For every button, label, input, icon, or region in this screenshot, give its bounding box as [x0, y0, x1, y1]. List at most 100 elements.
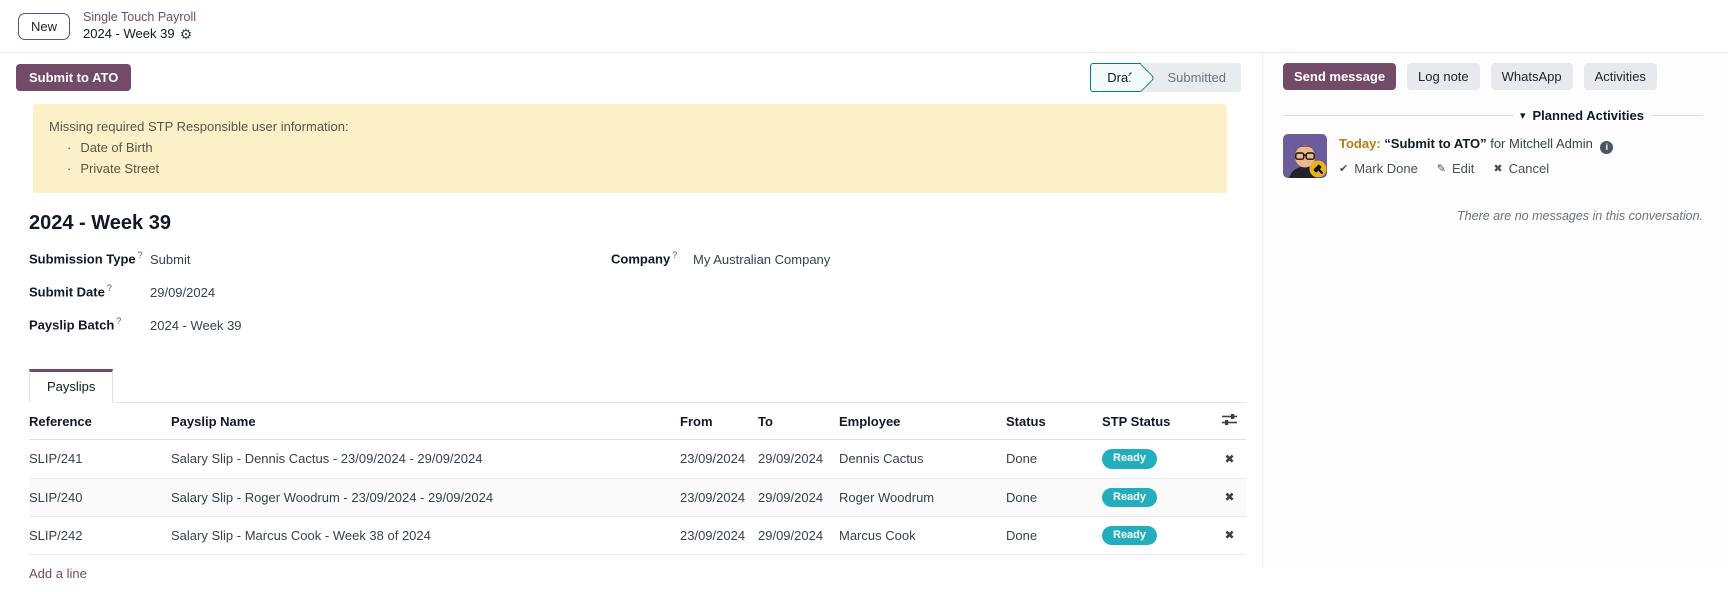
add-line-link[interactable]: Add a line — [29, 566, 87, 581]
column-from[interactable]: From — [680, 403, 758, 440]
cell-to[interactable]: 29/09/2024 — [758, 440, 839, 478]
column-employee[interactable]: Employee — [839, 403, 1006, 440]
delete-row-icon[interactable]: ✖ — [1213, 478, 1246, 516]
warning-item-text: Private Street — [80, 159, 159, 180]
gear-icon[interactable]: ⚙ — [180, 27, 193, 41]
warning-item: · Date of Birth — [49, 138, 1211, 159]
caret-down-icon: ▾ — [1520, 109, 1526, 122]
status-submitted-label: Submitted — [1167, 69, 1226, 86]
delete-row-icon[interactable]: ✖ — [1213, 440, 1246, 478]
stp-status-badge: Ready — [1102, 449, 1157, 468]
bullet-icon: · — [67, 159, 71, 180]
column-to[interactable]: To — [758, 403, 839, 440]
cell-status[interactable]: Done — [1006, 440, 1102, 478]
help-marker-icon[interactable]: ? — [138, 250, 143, 260]
payslips-table: Reference Payslip Name From To Employee … — [29, 403, 1246, 592]
table-row[interactable]: SLIP/242 Salary Slip - Marcus Cook - Wee… — [29, 516, 1246, 554]
new-button[interactable]: New — [18, 13, 70, 40]
chatter-panel: Send message Log note WhatsApp Activitie… — [1262, 53, 1728, 566]
planned-activities-toggle[interactable]: ▾ Planned Activities — [1283, 108, 1703, 123]
mark-done-label: Mark Done — [1354, 161, 1418, 176]
add-line-row: Add a line — [29, 554, 1246, 592]
help-marker-icon[interactable]: ? — [107, 283, 112, 293]
activity-summary: “Submit to ATO” — [1384, 136, 1486, 151]
field-group: Submission Type? Submit Submit Date? 29/… — [29, 250, 1246, 349]
submit-to-ato-button[interactable]: Submit to ATO — [16, 64, 131, 91]
cell-employee[interactable]: Marcus Cook — [839, 516, 1006, 554]
cell-to[interactable]: 29/09/2024 — [758, 478, 839, 516]
send-message-button[interactable]: Send message — [1283, 63, 1396, 90]
activities-button[interactable]: Activities — [1584, 63, 1657, 90]
divider — [1651, 115, 1703, 116]
breadcrumb-bar: New Single Touch Payroll 2024 - Week 39 … — [0, 0, 1728, 53]
cell-payslip-name[interactable]: Salary Slip - Dennis Cactus - 23/09/2024… — [171, 440, 680, 478]
cell-from[interactable]: 23/09/2024 — [680, 478, 758, 516]
info-icon[interactable]: i — [1600, 141, 1613, 154]
log-note-button[interactable]: Log note — [1407, 63, 1480, 90]
cell-from[interactable]: 23/09/2024 — [680, 440, 758, 478]
cell-reference[interactable]: SLIP/241 — [29, 440, 171, 478]
payslip-batch-value[interactable]: 2024 - Week 39 — [150, 318, 242, 333]
status-draft-label: Draft — [1107, 70, 1135, 85]
form-view: Submit to ATO Draft Submitted Missing re… — [0, 53, 1262, 566]
field-submit-date: Submit Date? 29/09/2024 — [29, 283, 611, 303]
page-title: 2024 - Week 39 — [29, 212, 1246, 235]
status-draft[interactable]: Draft — [1090, 63, 1141, 92]
cell-employee[interactable]: Dennis Cactus — [839, 440, 1006, 478]
cell-employee[interactable]: Roger Woodrum — [839, 478, 1006, 516]
company-value[interactable]: My Australian Company — [693, 252, 830, 267]
tab-bar: Payslips — [29, 369, 1246, 403]
help-marker-icon[interactable]: ? — [672, 250, 677, 260]
activity-assignee: for Mitchell Admin — [1490, 136, 1593, 151]
help-marker-icon[interactable]: ? — [116, 316, 121, 326]
field-company: Company? My Australian Company — [611, 250, 1246, 270]
cell-reference[interactable]: SLIP/240 — [29, 478, 171, 516]
breadcrumb: Single Touch Payroll 2024 - Week 39 ⚙ — [83, 9, 196, 42]
column-reference[interactable]: Reference — [29, 403, 171, 440]
notebook: Payslips Reference Payslip Name From To — [29, 369, 1246, 592]
submission-type-value[interactable]: Submit — [150, 252, 190, 267]
activity-details: Today: “Submit to ATO” for Mitchell Admi… — [1339, 134, 1613, 178]
form-header: Submit to ATO Draft Submitted — [0, 53, 1262, 100]
mark-done-button[interactable]: ✔ Mark Done — [1339, 161, 1418, 176]
breadcrumb-app-link[interactable]: Single Touch Payroll — [83, 9, 196, 25]
pencil-icon: ✎ — [1437, 162, 1446, 175]
form-sheet: Missing required STP Responsible user in… — [0, 104, 1262, 592]
column-payslip-name[interactable]: Payslip Name — [171, 403, 680, 440]
activity-due-date: Today: — [1339, 136, 1381, 151]
column-stp-status[interactable]: STP Status — [1102, 403, 1213, 440]
field-label: Payslip Batch — [29, 318, 114, 333]
whatsapp-button[interactable]: WhatsApp — [1491, 63, 1573, 90]
warning-item-text: Date of Birth — [80, 138, 152, 159]
cell-payslip-name[interactable]: Salary Slip - Roger Woodrum - 23/09/2024… — [171, 478, 680, 516]
bullet-icon: · — [67, 138, 71, 159]
edit-activity-button[interactable]: ✎ Edit — [1437, 161, 1475, 176]
cell-status[interactable]: Done — [1006, 516, 1102, 554]
check-icon: ✔ — [1339, 162, 1348, 175]
edit-label: Edit — [1452, 161, 1474, 176]
avatar[interactable] — [1283, 134, 1327, 178]
warning-item: · Private Street — [49, 159, 1211, 180]
cancel-activity-button[interactable]: ✖ Cancel — [1493, 161, 1549, 176]
status-submitted[interactable]: Submitted — [1141, 63, 1241, 92]
table-row[interactable]: SLIP/240 Salary Slip - Roger Woodrum - 2… — [29, 478, 1246, 516]
cell-status[interactable]: Done — [1006, 478, 1102, 516]
tab-payslips[interactable]: Payslips — [29, 369, 113, 403]
cell-to[interactable]: 29/09/2024 — [758, 516, 839, 554]
cancel-label: Cancel — [1509, 161, 1549, 176]
submit-date-value[interactable]: 29/09/2024 — [150, 285, 215, 300]
cell-payslip-name[interactable]: Salary Slip - Marcus Cook - Week 38 of 2… — [171, 516, 680, 554]
field-payslip-batch: Payslip Batch? 2024 - Week 39 — [29, 316, 611, 336]
column-status[interactable]: Status — [1006, 403, 1102, 440]
optional-columns-icon[interactable] — [1213, 403, 1246, 440]
divider — [1283, 115, 1513, 116]
cell-reference[interactable]: SLIP/242 — [29, 516, 171, 554]
table-row[interactable]: SLIP/241 Salary Slip - Dennis Cactus - 2… — [29, 440, 1246, 478]
cell-from[interactable]: 23/09/2024 — [680, 516, 758, 554]
delete-row-icon[interactable]: ✖ — [1213, 516, 1246, 554]
stp-status-badge: Ready — [1102, 526, 1157, 545]
breadcrumb-record-name: 2024 - Week 39 — [83, 26, 175, 43]
table-header-row: Reference Payslip Name From To Employee … — [29, 403, 1246, 440]
field-label: Submission Type — [29, 252, 136, 267]
planned-activities-label: Planned Activities — [1533, 108, 1645, 123]
